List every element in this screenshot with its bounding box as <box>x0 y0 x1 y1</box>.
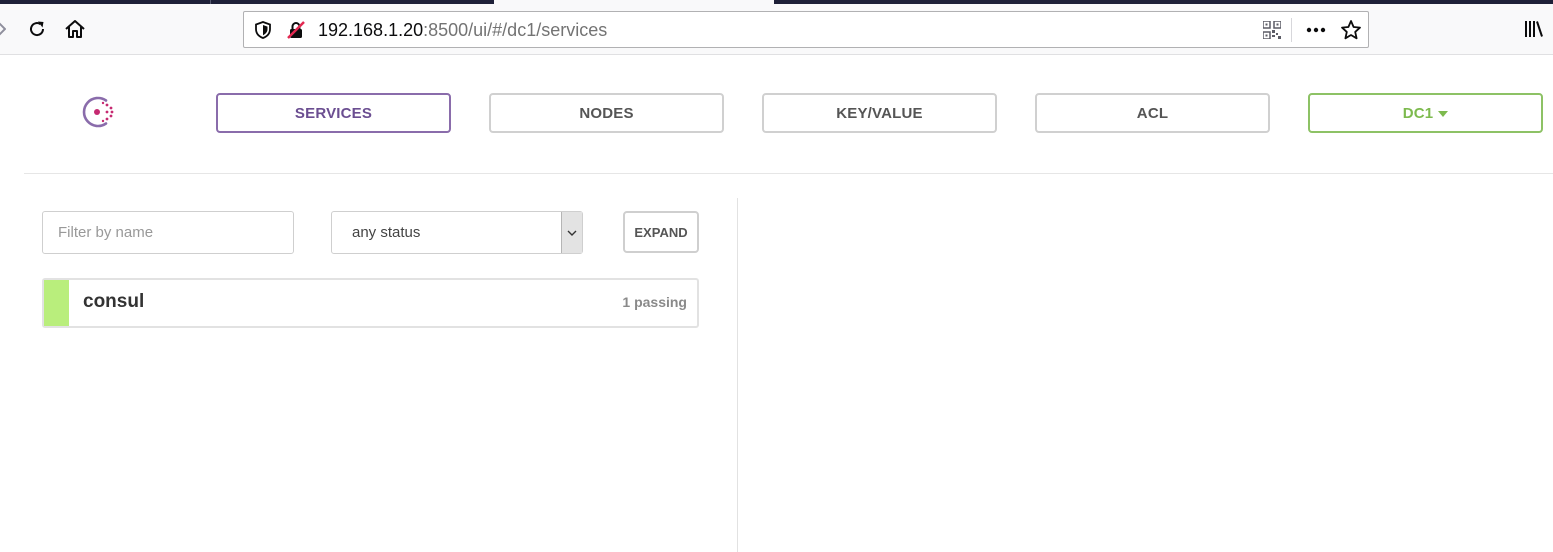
url-text[interactable]: 192.168.1.20:8500/ui/#/dc1/services <box>318 20 607 40</box>
nav-services-button[interactable]: SERVICES <box>216 93 451 133</box>
address-bar[interactable]: 192.168.1.20:8500/ui/#/dc1/services <box>243 11 1369 48</box>
library-icon[interactable] <box>1522 17 1546 41</box>
service-row-consul[interactable]: consul 1 passing <box>42 278 699 328</box>
more-icon[interactable] <box>1304 18 1328 42</box>
bookmark-star-icon[interactable] <box>1340 19 1362 41</box>
home-icon[interactable] <box>62 16 88 42</box>
caret-down-icon <box>1438 110 1449 117</box>
select-arrow-button[interactable] <box>561 212 582 253</box>
expand-button[interactable]: EXPAND <box>623 211 699 253</box>
back-icon[interactable] <box>0 18 8 40</box>
service-name: consul <box>83 291 145 312</box>
nav-keyvalue-button[interactable]: KEY/VALUE <box>762 93 997 133</box>
nav-acl-button[interactable]: ACL <box>1035 93 1270 133</box>
url-host: 192.168.1.20 <box>318 20 424 40</box>
consul-logo-icon[interactable] <box>79 92 119 132</box>
urlbar-divider <box>1291 18 1292 42</box>
status-select-value: any status <box>352 224 421 241</box>
column-divider <box>737 198 738 552</box>
health-check-count: 1 passing <box>622 294 687 310</box>
health-status-bar <box>44 280 69 326</box>
insecure-connection-icon[interactable] <box>286 20 306 40</box>
shield-icon[interactable] <box>253 20 273 40</box>
datacenter-label: DC1 <box>1402 104 1434 122</box>
datacenter-dropdown[interactable]: DC1 <box>1308 93 1543 133</box>
filter-by-name-input[interactable] <box>42 211 294 254</box>
reload-icon[interactable] <box>24 16 50 42</box>
qr-code-icon[interactable] <box>1262 20 1282 40</box>
url-path: :8500/ui/#/dc1/services <box>423 20 608 40</box>
header-divider <box>24 173 1553 174</box>
browser-toolbar: 192.168.1.20:8500/ui/#/dc1/services <box>0 4 1553 55</box>
status-select[interactable]: any status <box>331 211 583 254</box>
nav-nodes-button[interactable]: NODES <box>489 93 724 133</box>
chevron-down-icon <box>567 230 577 236</box>
